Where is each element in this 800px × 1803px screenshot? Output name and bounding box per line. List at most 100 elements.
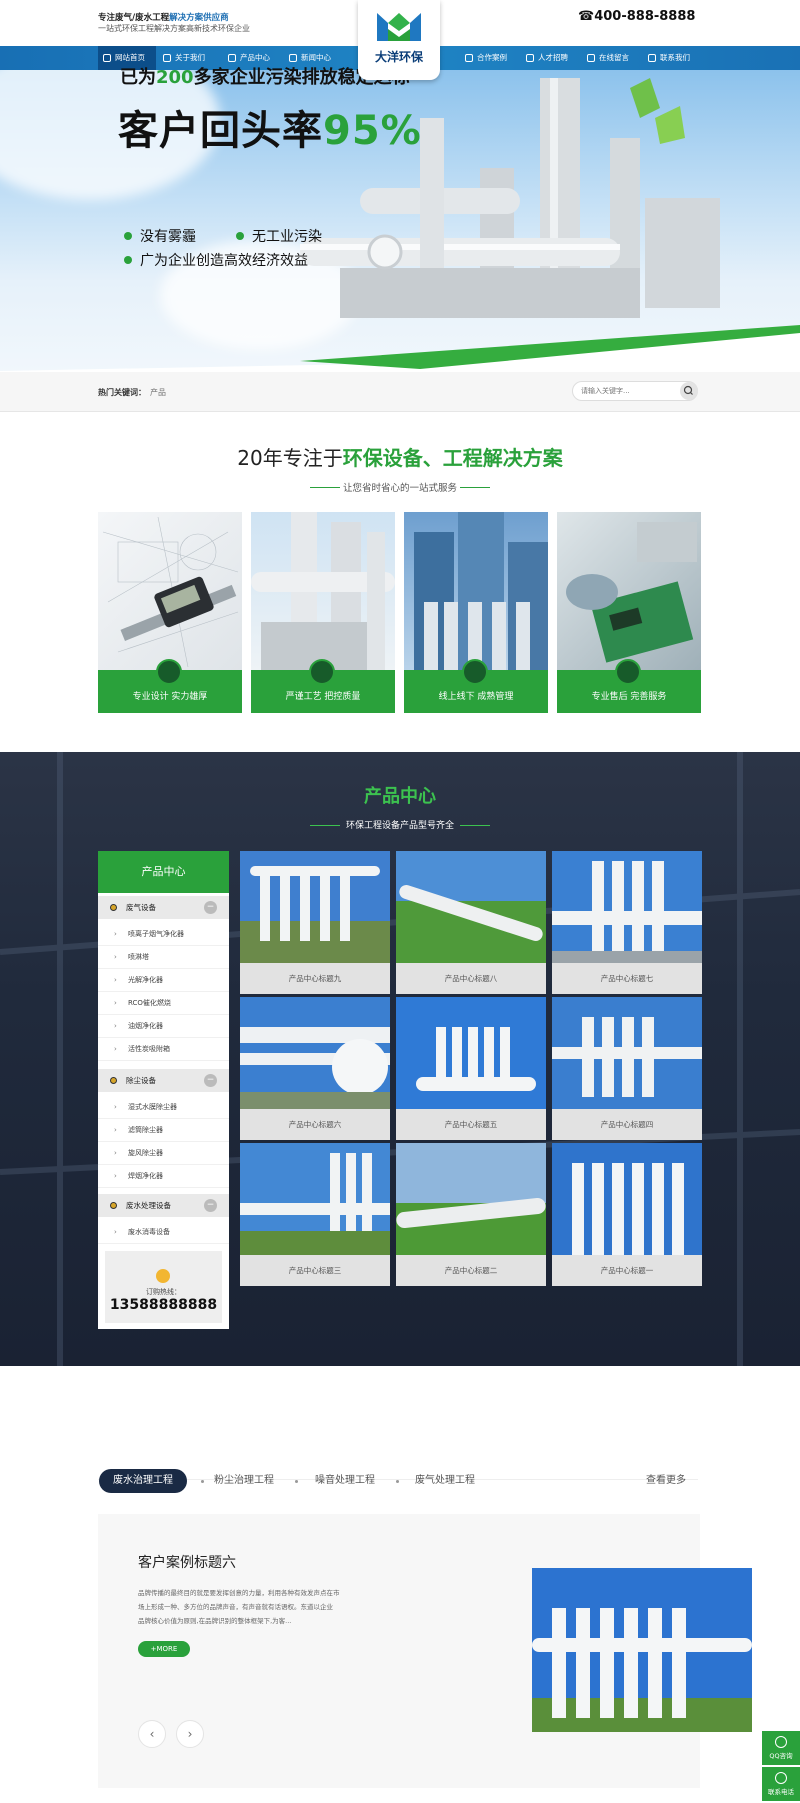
- service-card[interactable]: 线上线下 成熟管理: [404, 512, 548, 713]
- site-logo[interactable]: 大洋环保: [358, 0, 440, 80]
- product-title: 产品中心标题四: [552, 1109, 702, 1140]
- chevron-right-icon: ›: [114, 1045, 117, 1053]
- case-image[interactable]: [532, 1568, 752, 1732]
- product-image: [240, 997, 390, 1109]
- sidebar-subitem[interactable]: › RCO催化燃烧: [98, 992, 229, 1015]
- product-title: 产品中心标题八: [396, 963, 546, 994]
- sidebar-category[interactable]: 除尘设备 −: [98, 1069, 229, 1092]
- search-button[interactable]: [680, 382, 698, 400]
- nav-item-jobs[interactable]: 人才招聘: [521, 46, 579, 70]
- chevron-right-icon: ›: [114, 1228, 117, 1236]
- product-card[interactable]: 产品中心标题五: [396, 997, 546, 1140]
- tab-noise[interactable]: 噪音处理工程: [315, 1469, 375, 1493]
- intro-title: 20年专注于环保设备、工程解决方案: [237, 446, 563, 470]
- bulb-icon: [289, 54, 297, 62]
- sidebar-subitem[interactable]: › 喷淋塔: [98, 946, 229, 969]
- tab-exhaust[interactable]: 废气处理工程: [415, 1469, 475, 1493]
- case-more-button[interactable]: +MORE: [138, 1641, 190, 1657]
- nav-item-message[interactable]: 在线留言: [582, 46, 640, 70]
- doc-icon: [465, 54, 473, 62]
- sidebar-subitem[interactable]: › 废水消毒设备: [98, 1221, 229, 1244]
- header-subtagline: 一站式环保工程解决方案高新技术环保企业: [98, 24, 250, 33]
- product-title: 产品中心标题一: [552, 1255, 702, 1286]
- chevron-right-icon: ›: [114, 1126, 117, 1134]
- phone-icon: [775, 1772, 787, 1784]
- product-card[interactable]: 产品中心标题一: [552, 1143, 702, 1286]
- prev-arrow-icon[interactable]: ‹: [138, 1720, 166, 1748]
- home-icon: [103, 54, 111, 62]
- hotline-number[interactable]: 13588888888: [105, 1297, 222, 1313]
- sidebar-subitem[interactable]: › 湿式水膜除尘器: [98, 1096, 229, 1119]
- banner-bullet: 广为企业创造高效经济效益: [124, 250, 308, 270]
- product-image: [396, 851, 546, 963]
- product-title: 产品中心标题七: [552, 963, 702, 994]
- service-card[interactable]: 专业设计 实力雄厚: [98, 512, 242, 713]
- sidebar-subitem[interactable]: › 油烟净化器: [98, 1015, 229, 1038]
- collapse-icon[interactable]: −: [204, 1199, 217, 1212]
- next-arrow-icon[interactable]: ›: [176, 1720, 204, 1748]
- sidebar-subitem[interactable]: › 滤筒除尘器: [98, 1119, 229, 1142]
- qq-consult-button[interactable]: QQ咨询: [762, 1731, 800, 1765]
- product-card[interactable]: 产品中心标题六: [240, 997, 390, 1140]
- product-card[interactable]: 产品中心标题四: [552, 997, 702, 1140]
- phone-icon: ☎: [578, 9, 595, 24]
- sidebar-subitem[interactable]: › 喷离子烟气净化器: [98, 923, 229, 946]
- product-card[interactable]: 产品中心标题九: [240, 851, 390, 994]
- phone-contact-button[interactable]: 联系电话: [762, 1767, 800, 1801]
- chevron-right-icon: ›: [114, 953, 117, 961]
- case-title[interactable]: 客户案例标题六: [138, 1552, 236, 1572]
- craft-icon: [309, 659, 335, 685]
- logo-icon: [377, 13, 421, 41]
- nav-item-contact[interactable]: 联系我们: [643, 46, 701, 70]
- grid-icon: [615, 659, 641, 685]
- nav-item-cases[interactable]: 合作案例: [460, 46, 518, 70]
- header-phone: ☎400-888-8888: [578, 9, 696, 24]
- pipes-image: [251, 512, 395, 670]
- sidebar-title: 产品中心: [98, 851, 229, 893]
- divider: [460, 487, 490, 488]
- service-card-label: 线上线下 成熟管理: [438, 692, 514, 702]
- product-title: 产品中心标题九: [240, 963, 390, 994]
- divider: [460, 825, 490, 826]
- product-card[interactable]: 产品中心标题二: [396, 1143, 546, 1286]
- contact-icon: [648, 54, 656, 62]
- sliders-icon: [462, 659, 488, 685]
- sidebar-subitem[interactable]: › 活性炭吸附箱: [98, 1038, 229, 1061]
- banner-wave: [0, 325, 800, 372]
- product-image: [552, 997, 702, 1109]
- service-card-label: 专业设计 实力雄厚: [132, 692, 208, 702]
- sidebar-subitem[interactable]: › 光解净化器: [98, 969, 229, 992]
- collapse-icon[interactable]: −: [204, 901, 217, 914]
- service-card[interactable]: 严谨工艺 把控质量: [251, 512, 395, 713]
- buildings-image: [404, 512, 548, 670]
- chevron-right-icon: ›: [114, 1022, 117, 1030]
- tab-dust[interactable]: 粉尘治理工程: [214, 1469, 274, 1493]
- phone-icon: [156, 1269, 170, 1283]
- sidebar-category[interactable]: 废水处理设备 −: [98, 1194, 229, 1217]
- hot-keyword-link[interactable]: 产品: [150, 387, 166, 398]
- product-image: [552, 1143, 702, 1255]
- service-card-label: 严谨工艺 把控质量: [285, 692, 361, 702]
- collapse-icon[interactable]: −: [204, 1074, 217, 1087]
- sidebar-subitem[interactable]: › 焊烟净化器: [98, 1165, 229, 1188]
- sidebar-category[interactable]: 废气设备 −: [98, 896, 229, 919]
- header-tagline: 专注废气/废水工程解决方案供应商: [98, 13, 229, 23]
- banner-bullet: 无工业污染: [236, 226, 322, 246]
- product-image: [396, 1143, 546, 1255]
- chevron-right-icon: ›: [114, 930, 117, 938]
- product-card[interactable]: 产品中心标题七: [552, 851, 702, 994]
- logo-name: 大洋环保: [374, 50, 423, 64]
- sidebar-subitem[interactable]: › 旋风除尘器: [98, 1142, 229, 1165]
- circuit-repair-image: [557, 512, 701, 670]
- view-more-link[interactable]: 查看更多: [646, 1469, 686, 1493]
- product-card[interactable]: 产品中心标题八: [396, 851, 546, 994]
- search-icon: [683, 385, 693, 395]
- tools-icon: [156, 659, 182, 685]
- product-image: [552, 851, 702, 963]
- tab-wastewater[interactable]: 废水治理工程: [99, 1469, 187, 1493]
- product-card[interactable]: 产品中心标题三: [240, 1143, 390, 1286]
- user-icon: [163, 54, 171, 62]
- qq-icon: [775, 1736, 787, 1748]
- products-subtitle: 环保工程设备产品型号齐全: [345, 821, 454, 831]
- service-card[interactable]: 专业售后 完善服务: [557, 512, 701, 713]
